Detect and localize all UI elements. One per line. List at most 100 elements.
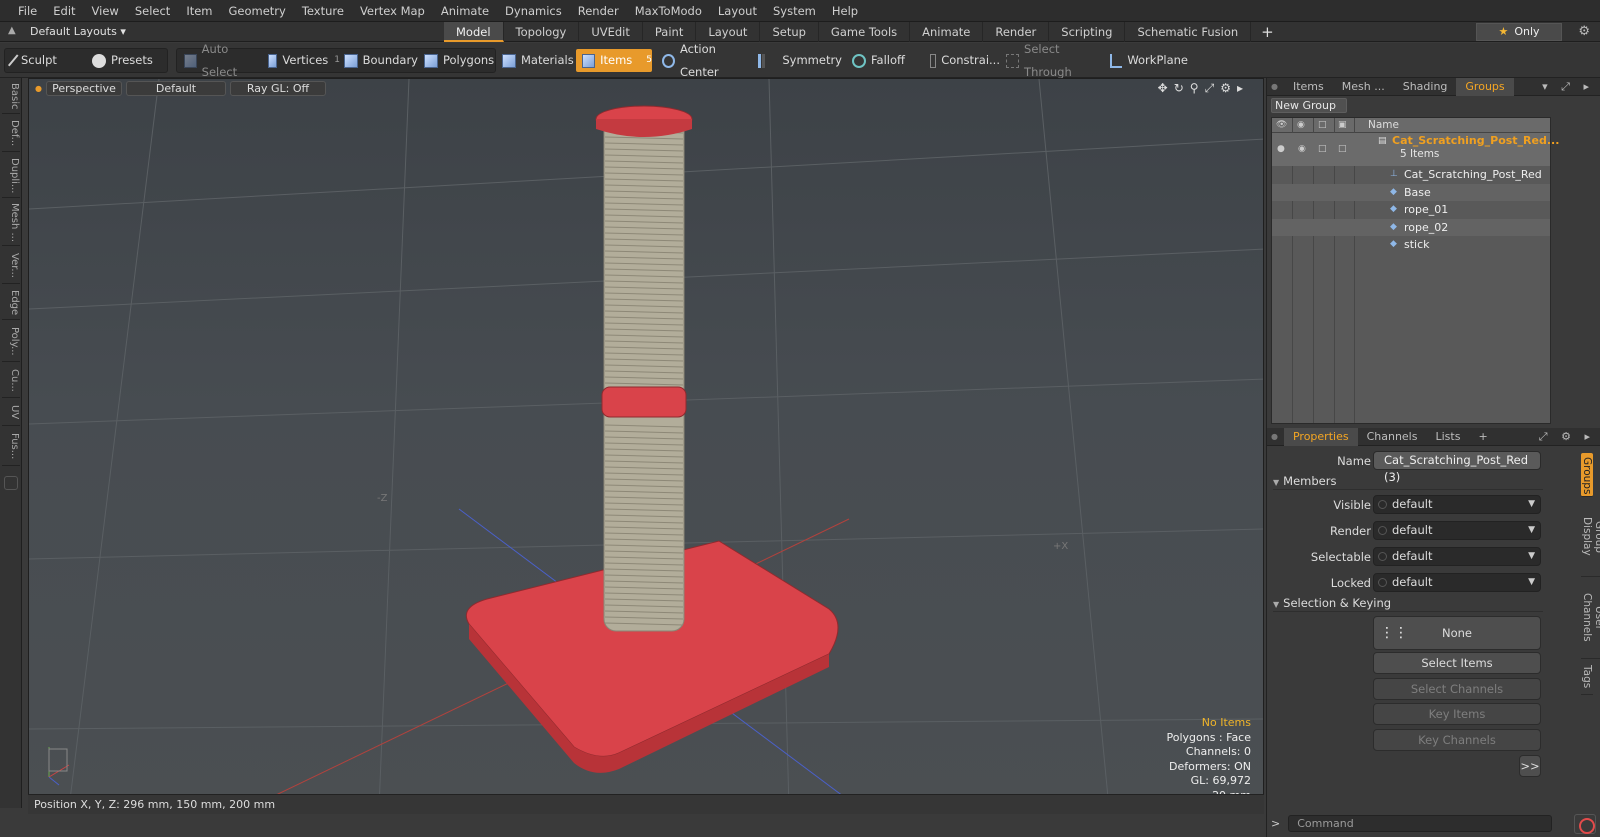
vtab-duplicate[interactable]: Dupli... bbox=[2, 154, 20, 198]
key-items-button[interactable]: Key Items bbox=[1373, 703, 1541, 725]
selectable-select[interactable]: default ▼ bbox=[1373, 547, 1541, 566]
items-button[interactable]: Items 5 bbox=[576, 49, 652, 72]
props-gear-icon[interactable]: ⚙ bbox=[1561, 430, 1576, 443]
3d-viewport[interactable]: ● Perspective Default Ray GL: Off ✥↻⚲⤢⚙▸… bbox=[28, 78, 1264, 807]
list-item[interactable]: ◆ Base bbox=[1272, 183, 1550, 201]
vtab-edge[interactable]: Edge bbox=[2, 286, 20, 320]
panel-dot-icon[interactable]: ● bbox=[1271, 82, 1278, 91]
gear-icon[interactable]: ⚙ bbox=[1578, 24, 1590, 39]
tab-shading[interactable]: Shading bbox=[1394, 78, 1457, 96]
tab-schematic-fusion[interactable]: Schematic Fusion bbox=[1125, 22, 1252, 42]
tab-items[interactable]: Items bbox=[1284, 78, 1333, 96]
tab-model[interactable]: Model bbox=[444, 22, 504, 42]
vertices-button[interactable]: Vertices 1 bbox=[262, 49, 340, 72]
view-perspective-button[interactable]: Perspective bbox=[45, 80, 122, 96]
rotate-icon[interactable]: ↻ bbox=[1174, 81, 1190, 95]
tab-animate[interactable]: Animate bbox=[910, 22, 984, 42]
menu-layout[interactable]: Layout bbox=[710, 0, 765, 22]
boundary-button[interactable]: Boundary bbox=[338, 49, 418, 72]
tab-uvedit[interactable]: UVEdit bbox=[579, 22, 643, 42]
menu-edit[interactable]: Edit bbox=[45, 0, 83, 22]
tab-setup[interactable]: Setup bbox=[760, 22, 819, 42]
vtab-deform[interactable]: Def... bbox=[2, 116, 20, 152]
props-dot-icon[interactable]: ● bbox=[1271, 432, 1278, 441]
cat-scratching-post-model[interactable] bbox=[465, 105, 839, 773]
select-items-button[interactable]: Select Items bbox=[1373, 652, 1541, 674]
menu-geometry[interactable]: Geometry bbox=[221, 0, 294, 22]
lock-toggle-icon[interactable]: □ bbox=[1318, 141, 1327, 159]
presets-button[interactable]: Presets bbox=[86, 49, 166, 72]
falloff-button[interactable]: Falloff bbox=[846, 49, 924, 72]
shading-default-button[interactable]: Default bbox=[125, 80, 226, 96]
add-props-tab-icon[interactable]: + bbox=[1469, 428, 1496, 446]
eye-icon[interactable]: 👁 bbox=[1276, 120, 1287, 130]
workplane-button[interactable]: WorkPlane bbox=[1104, 49, 1188, 72]
viewport-dot-icon[interactable]: ● bbox=[35, 84, 42, 93]
render-icon[interactable]: ◉ bbox=[1297, 120, 1305, 130]
tab-groups[interactable]: Groups bbox=[1456, 77, 1514, 96]
vtab-basic[interactable]: Basic bbox=[2, 80, 20, 114]
tab-mesh[interactable]: Mesh ... bbox=[1333, 78, 1394, 96]
viewport-more-icon[interactable]: ▸ bbox=[1237, 81, 1249, 95]
menu-select[interactable]: Select bbox=[127, 0, 178, 22]
members-section[interactable]: ▼ Members bbox=[1273, 474, 1543, 490]
selection-keying-section[interactable]: ▼ Selection & Keying bbox=[1273, 596, 1543, 612]
menu-vertex-map[interactable]: Vertex Map bbox=[352, 0, 433, 22]
select-toggle-icon[interactable]: □ bbox=[1338, 141, 1347, 159]
tab-channels[interactable]: Channels bbox=[1358, 428, 1427, 446]
vtab-groups[interactable]: Groups bbox=[1581, 453, 1593, 497]
group-row[interactable]: ● ◉ □ □ ▤ Cat_Scratching_Post_Red... 5 I… bbox=[1272, 133, 1559, 166]
vtab-polygon[interactable]: Poly... bbox=[2, 322, 20, 362]
add-tab-icon[interactable]: + bbox=[1251, 22, 1284, 42]
new-group-button[interactable]: New Group bbox=[1271, 98, 1347, 113]
lock-icon[interactable]: □ bbox=[1318, 120, 1327, 130]
props-more-icon[interactable]: ▸ bbox=[1584, 430, 1595, 443]
more-icon[interactable]: ▸ bbox=[1583, 80, 1594, 93]
maximize-icon[interactable]: ⤢ bbox=[1561, 80, 1575, 93]
tab-properties[interactable]: Properties bbox=[1283, 427, 1358, 446]
menu-file[interactable]: File bbox=[10, 0, 45, 22]
name-column-header[interactable]: Name bbox=[1368, 119, 1399, 131]
zoom-icon[interactable]: ⚲ bbox=[1190, 81, 1205, 95]
none-button[interactable]: ⋮⋮ None bbox=[1373, 616, 1541, 650]
select-through-button[interactable]: Select Through bbox=[1000, 42, 1104, 79]
vtab-fusion[interactable]: Fus... bbox=[2, 428, 20, 466]
action-center-button[interactable]: Action Center bbox=[656, 42, 750, 79]
record-macro-button[interactable] bbox=[1574, 814, 1596, 834]
menu-dynamics[interactable]: Dynamics bbox=[497, 0, 570, 22]
list-item[interactable]: ⊥ Cat_Scratching_Post_Red bbox=[1272, 166, 1550, 184]
name-field[interactable]: Cat_Scratching_Post_Red (3) bbox=[1373, 451, 1541, 484]
tab-topology[interactable]: Topology bbox=[504, 22, 580, 42]
menu-item[interactable]: Item bbox=[178, 0, 220, 22]
list-item[interactable]: ◆ rope_01 bbox=[1272, 201, 1550, 219]
key-channels-button[interactable]: Key Channels bbox=[1373, 729, 1541, 751]
menu-render[interactable]: Render bbox=[570, 0, 627, 22]
symmetry-button[interactable]: Symmetry bbox=[752, 49, 842, 72]
fit-icon[interactable]: ⤢ bbox=[1205, 81, 1221, 95]
vtab-tags[interactable]: Tags bbox=[1581, 659, 1593, 695]
pin-icon[interactable]: ▲ bbox=[8, 25, 16, 36]
visible-select[interactable]: default ▼ bbox=[1373, 495, 1541, 514]
menu-texture[interactable]: Texture bbox=[294, 0, 352, 22]
visibility-icon[interactable]: ● bbox=[1277, 141, 1285, 159]
materials-button[interactable]: Materials bbox=[496, 49, 576, 72]
raygl-button[interactable]: Ray GL: Off bbox=[229, 80, 326, 96]
vtab-uv[interactable]: UV bbox=[2, 400, 20, 426]
only-toggle[interactable]: ★ Only bbox=[1476, 23, 1562, 41]
menu-system[interactable]: System bbox=[765, 0, 824, 22]
pan-icon[interactable]: ✥ bbox=[1158, 81, 1174, 95]
constraints-button[interactable]: Constrai... bbox=[924, 49, 1000, 72]
expand-tabs-icon[interactable] bbox=[4, 476, 18, 490]
menu-maxtomodo[interactable]: MaxToModo bbox=[627, 0, 710, 22]
tab-game-tools[interactable]: Game Tools bbox=[819, 22, 911, 42]
vtab-mesh[interactable]: Mesh ... bbox=[2, 200, 20, 246]
locked-select[interactable]: default ▼ bbox=[1373, 573, 1541, 592]
menu-animate[interactable]: Animate bbox=[433, 0, 497, 22]
props-maximize-icon[interactable]: ⤢ bbox=[1539, 430, 1553, 443]
menu-view[interactable]: View bbox=[84, 0, 127, 22]
tab-lists[interactable]: Lists bbox=[1426, 428, 1469, 446]
vtab-vertex[interactable]: Ver... bbox=[2, 248, 20, 284]
more-button[interactable]: >> bbox=[1519, 755, 1541, 777]
list-item[interactable]: ◆ rope_02 bbox=[1272, 218, 1550, 236]
viewport-gear-icon[interactable]: ⚙ bbox=[1220, 81, 1237, 95]
